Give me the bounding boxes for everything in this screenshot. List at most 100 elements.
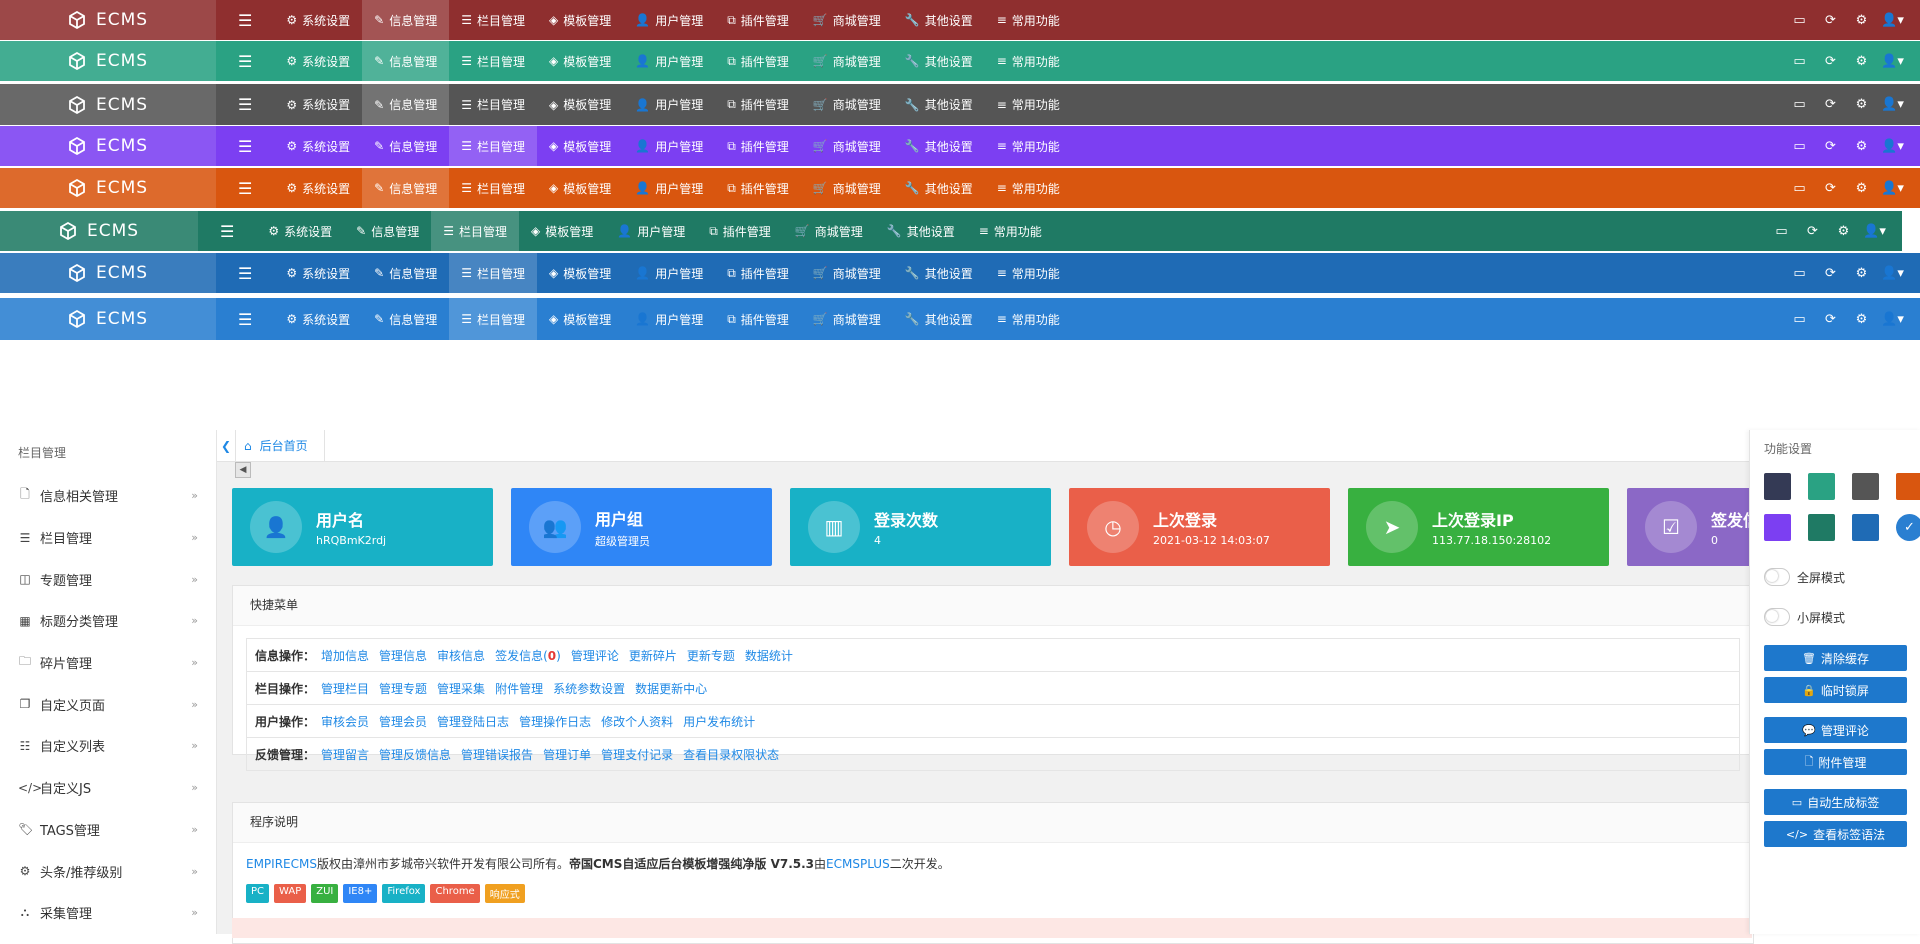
nav-item-list[interactable]: ☰ 栏目管理	[449, 126, 537, 166]
quick-link[interactable]: 审核信息	[437, 647, 485, 664]
nav-item-sliders[interactable]: ≡ 常用功能	[985, 168, 1072, 208]
nav-item-cart[interactable]: 🛒 商城管理	[801, 41, 893, 81]
quick-link[interactable]: 修改个人资料	[601, 713, 673, 730]
monitor-icon[interactable]: ▭	[1784, 181, 1815, 196]
sidebar-item[interactable]: ◫ 专题管理 »	[0, 558, 216, 600]
quick-link[interactable]: 管理登陆日志	[437, 713, 509, 730]
nav-item-list[interactable]: ☰ 栏目管理	[449, 84, 537, 125]
nav-item-layers[interactable]: ◈ 模板管理	[537, 168, 623, 208]
sidebar-item[interactable]: 🗀 碎片管理 »	[0, 642, 216, 684]
theme-swatch[interactable]	[1852, 473, 1879, 500]
monitor-icon[interactable]: ▭	[1784, 139, 1815, 154]
monitor-icon[interactable]: ▭	[1784, 312, 1815, 327]
sidebar-item[interactable]: ☰ 栏目管理 »	[0, 517, 216, 559]
logo[interactable]: ECMS	[0, 41, 216, 81]
quick-link[interactable]: 增加信息	[321, 647, 369, 664]
nav-item-cart[interactable]: 🛒 商城管理	[801, 168, 893, 208]
menu-toggle-icon[interactable]: ☰	[216, 0, 274, 40]
gear-icon[interactable]: ⚙	[1846, 13, 1877, 28]
nav-item-gear[interactable]: ⚙ 系统设置	[274, 41, 362, 81]
menu-toggle-icon[interactable]: ☰	[198, 211, 256, 251]
nav-item-wrench[interactable]: 🔧 其他设置	[893, 253, 985, 293]
quick-link[interactable]: 用户发布统计	[683, 713, 755, 730]
user-menu-icon[interactable]: 👤▾	[1877, 13, 1908, 28]
nav-item-wrench[interactable]: 🔧 其他设置	[893, 0, 985, 40]
theme-swatch[interactable]	[1808, 473, 1835, 500]
nav-item-gear[interactable]: ⚙ 系统设置	[274, 298, 362, 340]
nav-item-plugin[interactable]: ⧉ 插件管理	[715, 126, 801, 166]
quick-link[interactable]: 管理专题	[379, 680, 427, 697]
quick-link[interactable]: 数据统计	[745, 647, 793, 664]
nav-item-user[interactable]: 👤 用户管理	[623, 84, 715, 125]
action-button[interactable]: 🔒 临时锁屏	[1764, 677, 1907, 703]
sidebar-item[interactable]: ⛬ 采集管理 »	[0, 892, 216, 934]
nav-item-plugin[interactable]: ⧉ 插件管理	[715, 253, 801, 293]
quick-link[interactable]: 管理信息	[379, 647, 427, 664]
action-button[interactable]: 🗑 清除缓存	[1764, 645, 1907, 671]
nav-item-user[interactable]: 👤 用户管理	[623, 41, 715, 81]
collapse-icon[interactable]: ◀	[235, 462, 251, 478]
toggle-row[interactable]: 小屏模式	[1750, 597, 1920, 637]
gear-icon[interactable]: ⚙	[1846, 266, 1877, 281]
user-menu-icon[interactable]: 👤▾	[1877, 312, 1908, 327]
quick-link[interactable]: 管理反馈信息	[379, 746, 451, 763]
nav-item-list[interactable]: ☰ 栏目管理	[449, 253, 537, 293]
nav-item-list[interactable]: ☰ 栏目管理	[449, 298, 537, 340]
monitor-icon[interactable]: ▭	[1784, 13, 1815, 28]
nav-item-list[interactable]: ☰ 栏目管理	[431, 211, 519, 251]
nav-item-user[interactable]: 👤 用户管理	[623, 168, 715, 208]
quick-link[interactable]: 管理支付记录	[601, 746, 673, 763]
nav-item-sliders[interactable]: ≡ 常用功能	[985, 126, 1072, 166]
nav-item-list[interactable]: ☰ 栏目管理	[449, 168, 537, 208]
sidebar-item[interactable]: ▦ 标题分类管理 »	[0, 600, 216, 642]
nav-item-plugin[interactable]: ⧉ 插件管理	[715, 84, 801, 125]
monitor-icon[interactable]: ▭	[1784, 54, 1815, 69]
nav-item-plugin[interactable]: ⧉ 插件管理	[715, 41, 801, 81]
user-menu-icon[interactable]: 👤▾	[1877, 139, 1908, 154]
nav-item-edit[interactable]: ✎ 信息管理	[362, 298, 449, 340]
nav-item-gear[interactable]: ⚙ 系统设置	[274, 84, 362, 125]
theme-swatch[interactable]	[1764, 514, 1791, 541]
nav-item-edit[interactable]: ✎ 信息管理	[362, 0, 450, 40]
quick-link[interactable]: 审核会员	[321, 713, 369, 730]
logo[interactable]: ECMS	[0, 168, 216, 208]
menu-toggle-icon[interactable]: ☰	[216, 41, 274, 81]
quick-link[interactable]: 管理订单	[543, 746, 591, 763]
nav-item-sliders[interactable]: ≡ 常用功能	[985, 298, 1072, 340]
theme-swatch[interactable]	[1896, 473, 1920, 500]
nav-item-plugin[interactable]: ⧉ 插件管理	[715, 168, 801, 208]
monitor-icon[interactable]: ▭	[1784, 266, 1815, 281]
logo[interactable]: ECMS	[0, 126, 216, 166]
refresh-icon[interactable]: ⟳	[1815, 54, 1846, 69]
monitor-icon[interactable]: ▭	[1766, 224, 1797, 239]
user-menu-icon[interactable]: 👤▾	[1877, 266, 1908, 281]
nav-item-gear[interactable]: ⚙ 系统设置	[256, 211, 344, 251]
quick-link[interactable]: 查看目录权限状态	[683, 746, 779, 763]
nav-item-cart[interactable]: 🛒 商城管理	[801, 126, 893, 166]
nav-item-sliders[interactable]: ≡ 常用功能	[967, 211, 1054, 251]
refresh-icon[interactable]: ⟳	[1815, 139, 1846, 154]
action-button[interactable]: </> 查看标签语法	[1764, 821, 1907, 847]
nav-item-cart[interactable]: 🛒 商城管理	[801, 253, 893, 293]
gear-icon[interactable]: ⚙	[1828, 224, 1859, 239]
action-button[interactable]: ▭ 自动生成标签	[1764, 789, 1907, 815]
theme-swatch[interactable]: ✓	[1896, 514, 1920, 541]
nav-item-edit[interactable]: ✎ 信息管理	[362, 126, 449, 166]
refresh-icon[interactable]: ⟳	[1815, 312, 1846, 327]
quick-link[interactable]: 签发信息(0)	[495, 647, 561, 664]
nav-item-edit[interactable]: ✎ 信息管理	[362, 41, 450, 81]
nav-item-layers[interactable]: ◈ 模板管理	[537, 0, 623, 40]
nav-item-sliders[interactable]: ≡ 常用功能	[985, 253, 1072, 293]
quick-link[interactable]: 管理采集	[437, 680, 485, 697]
user-menu-icon[interactable]: 👤▾	[1877, 54, 1908, 69]
nav-item-layers[interactable]: ◈ 模板管理	[537, 84, 623, 125]
ecmsplus-link[interactable]: ECMSPLUS	[826, 857, 890, 871]
refresh-icon[interactable]: ⟳	[1815, 13, 1846, 28]
refresh-icon[interactable]: ⟳	[1797, 224, 1828, 239]
chevron-left-icon[interactable]: ❮	[217, 439, 235, 453]
user-menu-icon[interactable]: 👤▾	[1859, 224, 1890, 239]
toggle-switch[interactable]	[1764, 568, 1790, 586]
nav-item-edit[interactable]: ✎ 信息管理	[362, 253, 449, 293]
quick-link[interactable]: 管理评论	[571, 647, 619, 664]
nav-item-wrench[interactable]: 🔧 其他设置	[893, 84, 985, 125]
